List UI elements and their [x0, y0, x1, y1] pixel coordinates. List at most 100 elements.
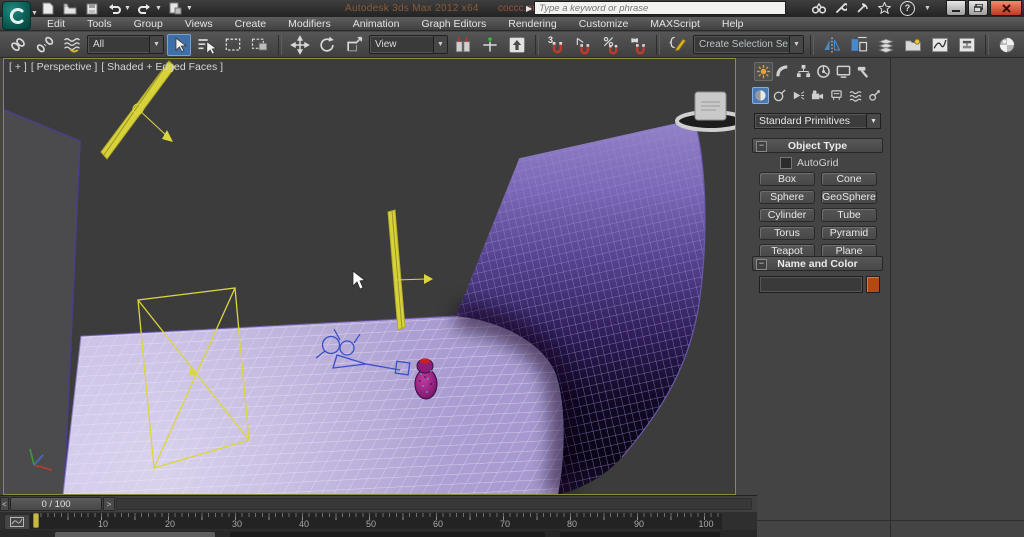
fetch-icon[interactable]	[168, 2, 184, 16]
menu-graph-editors[interactable]: Graph Editors	[410, 17, 497, 31]
collapse-icon[interactable]: −	[756, 141, 767, 152]
current-frame-marker[interactable]	[33, 513, 39, 528]
category-geometry[interactable]	[752, 87, 769, 104]
category-space-warps[interactable]	[847, 87, 864, 104]
spinner-snap-toggle-icon[interactable]	[626, 34, 650, 56]
use-pivot-point-center-icon[interactable]	[451, 34, 475, 56]
app-menu-caret-icon[interactable]: ▼	[31, 10, 38, 17]
menu-tools[interactable]: Tools	[76, 17, 123, 31]
next-frame-button[interactable]: >	[103, 497, 115, 511]
menu-customize[interactable]: Customize	[568, 17, 640, 31]
keyboard-shortcut-override-icon[interactable]	[505, 34, 529, 56]
tab-modify[interactable]	[774, 62, 793, 81]
time-slider-handle[interactable]: 0 / 100	[10, 497, 102, 511]
viewport-shading-menu[interactable]: [ Shaded + Edged Faces ]	[101, 61, 223, 73]
close-button[interactable]	[990, 0, 1022, 16]
edit-named-selection-sets-icon[interactable]	[666, 34, 690, 56]
percent-snap-toggle-icon[interactable]	[599, 34, 623, 56]
favorites-star-icon[interactable]	[878, 2, 891, 14]
object-type-pyramid-button[interactable]: Pyramid	[821, 226, 877, 240]
undo-icon[interactable]	[106, 2, 122, 16]
menu-views[interactable]: Views	[174, 17, 224, 31]
app-logo-icon[interactable]	[2, 1, 31, 30]
dropdown-caret-icon[interactable]: ▼	[866, 114, 880, 128]
select-object-icon[interactable]	[167, 33, 191, 56]
curve-editor-icon[interactable]	[928, 34, 952, 56]
object-type-tube-button[interactable]: Tube	[821, 208, 877, 222]
infocenter-search-input[interactable]	[534, 1, 787, 15]
object-type-sphere-button[interactable]: Sphere	[759, 190, 815, 204]
category-systems[interactable]	[866, 87, 883, 104]
tab-create[interactable]	[754, 62, 773, 81]
snaps-toggle-3d-icon[interactable]: 3	[545, 34, 569, 56]
undo-caret-icon[interactable]: ▼	[124, 5, 131, 12]
object-name-input[interactable]	[759, 276, 863, 293]
align-icon[interactable]	[847, 34, 871, 56]
menu-maxscript[interactable]: MAXScript	[639, 17, 711, 31]
menu-edit[interactable]: Edit	[36, 17, 76, 31]
rectangular-selection-region-icon[interactable]	[221, 34, 245, 56]
angle-snap-toggle-icon[interactable]	[572, 34, 596, 56]
category-cameras[interactable]	[809, 87, 826, 104]
object-type-cone-button[interactable]: Cone	[821, 172, 877, 186]
window-crossing-toggle-icon[interactable]	[248, 34, 272, 56]
menu-group[interactable]: Group	[123, 17, 174, 31]
menu-rendering[interactable]: Rendering	[497, 17, 567, 31]
search-binoculars-icon[interactable]	[812, 2, 826, 14]
mirror-icon[interactable]	[820, 34, 844, 56]
time-slider-track[interactable]	[116, 498, 752, 510]
object-type-box-button[interactable]: Box	[759, 172, 815, 186]
selection-filter-dropdown[interactable]: All ▼	[87, 35, 164, 54]
object-type-cylinder-button[interactable]: Cylinder	[759, 208, 815, 222]
primitive-category-dropdown[interactable]: Standard Primitives ▼	[754, 113, 881, 129]
unlink-selection-icon[interactable]	[33, 34, 57, 56]
new-file-icon[interactable]	[40, 2, 56, 16]
viewport-canvas[interactable]	[4, 59, 735, 494]
select-by-name-icon[interactable]	[194, 34, 218, 56]
name-and-color-rollout-header[interactable]: − Name and Color	[752, 256, 883, 271]
object-color-swatch[interactable]	[866, 276, 880, 293]
previous-frame-button[interactable]: <	[0, 497, 9, 511]
select-and-manipulate-icon[interactable]	[478, 34, 502, 56]
schematic-view-icon[interactable]	[955, 34, 979, 56]
help-caret-icon[interactable]: ▼	[924, 5, 931, 12]
direct-light-gizmo-center[interactable]	[387, 209, 433, 331]
select-and-move-icon[interactable]	[288, 34, 312, 56]
reference-coordinate-dropdown[interactable]: View ▼	[369, 35, 448, 54]
menu-animation[interactable]: Animation	[342, 17, 411, 31]
named-selection-sets-dropdown[interactable]: Create Selection Se ▼	[693, 35, 804, 54]
redo-caret-icon[interactable]: ▼	[155, 5, 162, 12]
material-editor-icon[interactable]	[995, 34, 1019, 56]
tab-utilities[interactable]	[854, 62, 873, 81]
skylight-helper-object[interactable]	[675, 91, 735, 132]
subscription-wrench-icon[interactable]	[835, 2, 847, 14]
bind-to-space-warp-icon[interactable]	[60, 34, 84, 56]
left-wall-geometry[interactable]	[4, 108, 81, 494]
open-file-icon[interactable]	[62, 2, 78, 16]
redo-icon[interactable]	[137, 2, 153, 16]
menu-modifiers[interactable]: Modifiers	[277, 17, 342, 31]
minimize-button[interactable]	[946, 0, 966, 16]
object-type-rollout-header[interactable]: − Object Type	[752, 138, 883, 153]
menu-create[interactable]: Create	[224, 17, 278, 31]
tab-motion[interactable]	[814, 62, 833, 81]
category-lights[interactable]	[790, 87, 807, 104]
ramp-floor-geometry[interactable]	[62, 315, 564, 494]
menu-help[interactable]: Help	[711, 17, 755, 31]
dropdown-caret-icon[interactable]: ▼	[149, 36, 163, 53]
object-type-geosphere-button[interactable]: GeoSphere	[821, 190, 877, 204]
viewport-general-menu[interactable]: [ + ]	[9, 61, 27, 73]
category-helpers[interactable]	[828, 87, 845, 104]
dropdown-caret-icon[interactable]: ▼	[433, 36, 447, 53]
tab-display[interactable]	[834, 62, 853, 81]
communication-center-icon[interactable]	[856, 2, 869, 14]
save-file-icon[interactable]	[84, 2, 100, 16]
collapse-icon[interactable]: −	[756, 259, 767, 270]
qat-options-caret-icon[interactable]: ▼	[186, 5, 193, 12]
select-and-link-icon[interactable]	[6, 34, 30, 56]
direct-light-gizmo-top[interactable]	[100, 60, 176, 160]
graphite-modeling-tools-icon[interactable]	[901, 34, 925, 56]
maximize-button[interactable]	[968, 0, 988, 16]
select-and-scale-icon[interactable]	[342, 34, 366, 56]
dropdown-caret-icon[interactable]: ▼	[789, 36, 803, 53]
